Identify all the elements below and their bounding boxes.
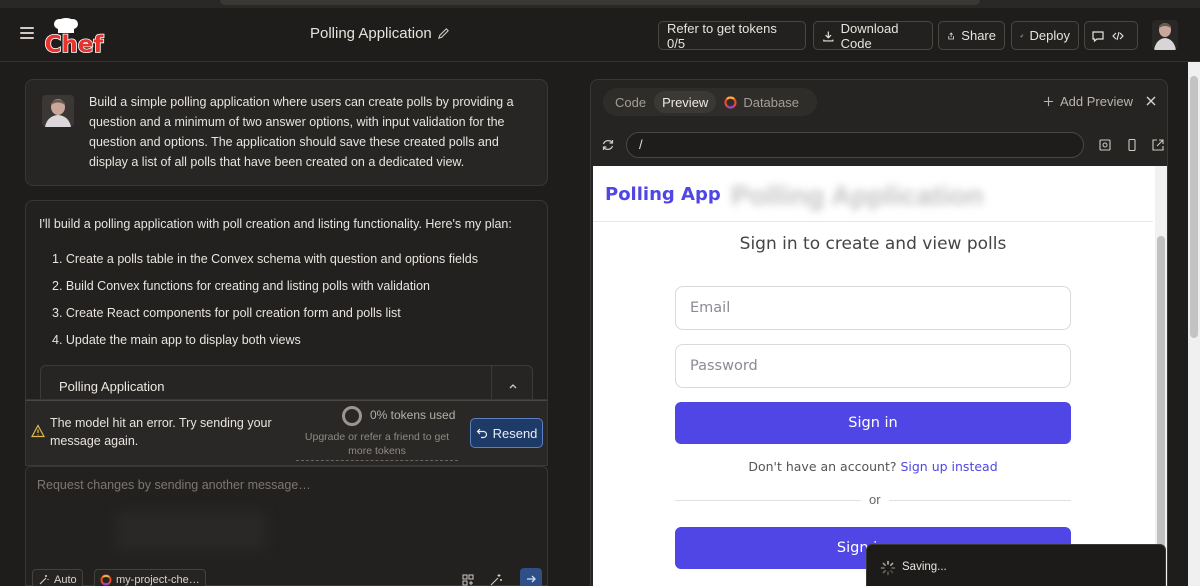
model-mode-button[interactable]: Auto (32, 569, 83, 586)
artifact-card[interactable]: Polling Application (40, 365, 533, 399)
error-banner: The model hit an error. Try sending your… (25, 400, 548, 466)
plan-item: 3. Create React components for poll crea… (52, 306, 401, 320)
chef-logo[interactable]: Chef (42, 16, 106, 58)
resend-button[interactable]: Resend (470, 418, 543, 448)
tab-code[interactable]: Code (607, 91, 654, 113)
workbench-tabs: Code Preview Database (603, 88, 817, 116)
assistant-message: I'll build a polling application with po… (25, 200, 548, 400)
refer-tokens-button[interactable]: Refer to get tokens 0/5 (658, 20, 806, 51)
send-button[interactable] (520, 568, 542, 586)
assistant-intro-text: I'll build a polling application with po… (39, 217, 512, 231)
blurred-region (116, 511, 266, 551)
error-message: The model hit an error. Try sending your… (50, 416, 272, 448)
external-link-icon[interactable] (1151, 138, 1165, 152)
tab-database-label: Database (743, 94, 799, 110)
app-brand[interactable]: Polling App (605, 184, 721, 205)
screenshot-icon[interactable] (1098, 138, 1112, 152)
user-avatar[interactable] (1152, 20, 1178, 50)
artifact-title: Polling Application (59, 379, 165, 394)
user-prompt-text: Build a simple polling application where… (89, 95, 514, 169)
or-text: or (861, 492, 889, 507)
warning-icon (31, 424, 45, 438)
share-icon (948, 31, 954, 39)
refer-tokens-label: Refer to get tokens 0/5 (667, 20, 777, 51)
no-account-text: Don't have an account? Sign up instead (593, 459, 1153, 474)
plan-list: 1. Create a polls table in the Convex sc… (52, 249, 478, 357)
user-message-avatar (42, 95, 74, 127)
chevron-up-icon[interactable] (507, 380, 519, 392)
saving-text: Saving... (902, 561, 947, 573)
preview-url-bar: / (601, 130, 1164, 162)
tab-database[interactable]: Database (716, 91, 807, 113)
refresh-icon[interactable] (601, 138, 615, 152)
plan-item: 2. Build Convex functions for creating a… (52, 279, 430, 293)
top-strip (0, 0, 1200, 8)
undo-icon (476, 428, 487, 439)
download-code-button[interactable]: Download Code (813, 20, 933, 51)
close-icon[interactable] (1145, 95, 1157, 107)
password-field[interactable]: Password (675, 344, 1071, 388)
deploy-label: Deploy (1029, 28, 1070, 43)
svg-text:Chef: Chef (45, 32, 105, 58)
plan-item: 1. Create a polls table in the Convex sc… (52, 252, 478, 266)
spinner-icon (880, 560, 896, 576)
image-attach-icon[interactable] (461, 573, 475, 586)
tab-preview[interactable]: Preview (654, 91, 717, 113)
model-mode-label: Auto (54, 574, 77, 586)
arrow-right-icon (527, 575, 536, 583)
tokens-used-text: 0% tokens used (370, 408, 456, 422)
sign-in-subtitle: Sign in to create and view polls (739, 234, 1007, 254)
preview-app-frame: Polling App Polling Application Sign in … (593, 166, 1167, 586)
resend-label: Resend (492, 425, 538, 441)
plus-icon (1043, 96, 1054, 107)
code-view-icon[interactable] (1111, 29, 1125, 43)
hamburger-menu-icon[interactable] (20, 27, 34, 39)
pencil-icon[interactable] (437, 27, 450, 40)
preview-panel: Code Preview Database Add Preview / Poll… (590, 79, 1168, 586)
message-input-placeholder[interactable]: Request changes by sending another messa… (37, 478, 311, 492)
artifact-divider (491, 366, 492, 399)
sign-in-button[interactable]: Sign in (675, 402, 1071, 444)
email-field[interactable]: Email (675, 286, 1071, 330)
url-input[interactable]: / (626, 132, 1084, 158)
window-scrollbar-thumb[interactable] (1190, 76, 1198, 338)
message-composer[interactable]: Request changes by sending another messa… (25, 466, 548, 586)
share-button[interactable]: Share (938, 21, 1005, 50)
saving-toast: Saving... (866, 544, 1166, 586)
sign-up-link[interactable]: Sign up instead (900, 459, 997, 474)
token-usage-ring-icon (342, 406, 362, 426)
chat-icon[interactable] (1091, 29, 1105, 43)
no-account-label: Don't have an account? (748, 459, 897, 474)
blurred-app-title: Polling Application (731, 180, 984, 211)
window-scrollbar[interactable] (1188, 62, 1200, 586)
download-code-label: Download Code (840, 20, 899, 51)
project-selector-button[interactable]: my-project-che… (94, 569, 206, 586)
view-toggle-group[interactable] (1084, 21, 1138, 50)
device-mobile-icon[interactable] (1125, 138, 1139, 152)
upgrade-link[interactable]: Upgrade or refer a friend to get more to… (296, 430, 458, 461)
enhance-prompt-icon[interactable] (489, 573, 503, 586)
app-header: Chef Polling Application Refer to get to… (0, 8, 1200, 62)
download-icon (823, 30, 834, 42)
app-header-bar: Polling App Polling Application (593, 166, 1153, 222)
preview-scrollbar-thumb[interactable] (1157, 236, 1165, 586)
project-title[interactable]: Polling Application (310, 25, 432, 42)
user-message: Build a simple polling application where… (25, 79, 548, 186)
plan-item: 4. Update the main app to display both v… (52, 333, 301, 347)
add-preview-button[interactable]: Add Preview (1043, 94, 1133, 109)
share-label: Share (961, 28, 996, 43)
project-selector-label: my-project-che… (116, 574, 200, 586)
preview-scrollbar[interactable] (1155, 166, 1167, 586)
add-preview-label: Add Preview (1060, 94, 1133, 109)
sparkle-wand-icon (39, 575, 49, 585)
top-strip-pill (220, 0, 980, 5)
convex-logo-icon (724, 95, 737, 109)
convex-logo-icon (100, 574, 112, 586)
rocket-icon (1020, 34, 1024, 38)
deploy-button[interactable]: Deploy (1011, 21, 1079, 50)
